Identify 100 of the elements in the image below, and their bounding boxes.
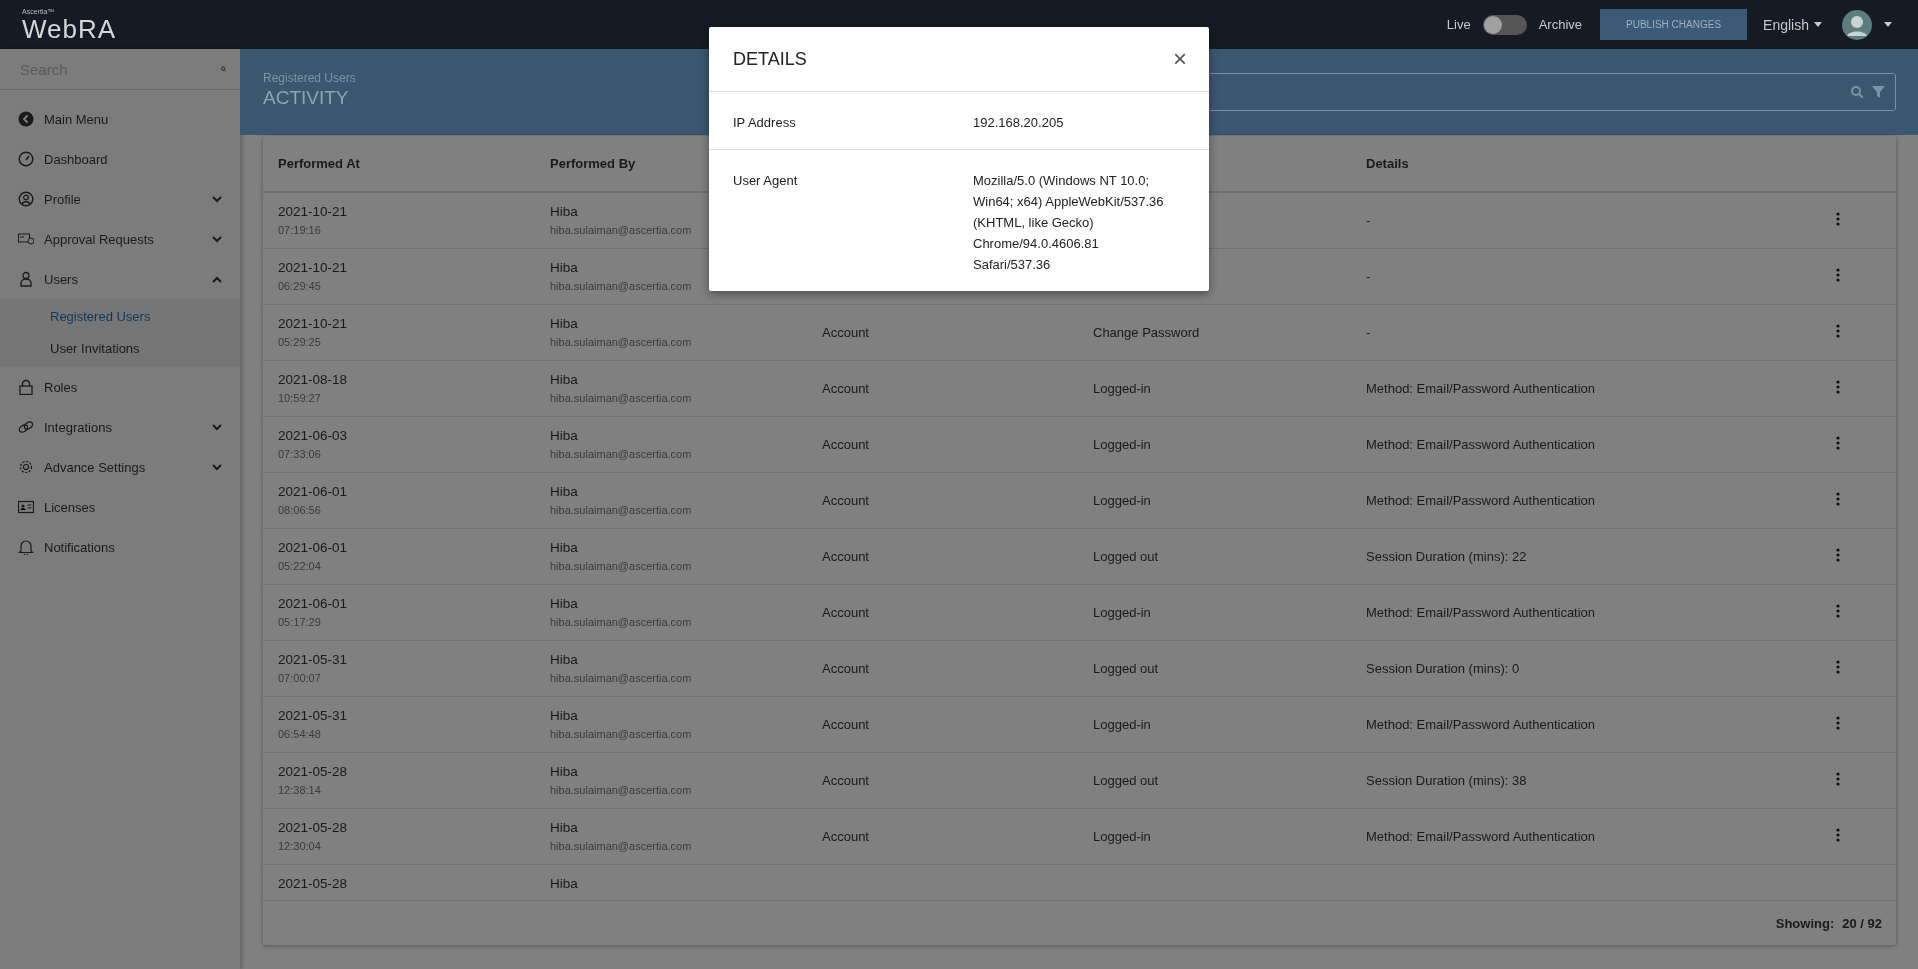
time-text: 05:22:04 bbox=[278, 559, 322, 572]
user-email: hiba.sulaiman@ascertia.com bbox=[550, 391, 693, 404]
more-vertical-icon[interactable] bbox=[1836, 380, 1840, 394]
user-name: Hiba bbox=[550, 371, 579, 387]
table-cell-text: Logged-in bbox=[1092, 605, 1152, 620]
table-cell-text: - bbox=[1365, 213, 1372, 228]
lock-icon bbox=[18, 379, 34, 395]
chevron-down-icon[interactable] bbox=[212, 235, 222, 243]
avatar-icon[interactable] bbox=[1842, 9, 1872, 40]
more-vertical-icon[interactable] bbox=[1836, 828, 1840, 842]
user-name: Hiba bbox=[550, 651, 579, 667]
table-cell-text: Method: Email/Password Authentication bbox=[1365, 605, 1597, 620]
table-cell-text: Account bbox=[821, 325, 870, 340]
more-vertical-icon[interactable] bbox=[1836, 604, 1840, 618]
sidebar-item[interactable]: Users bbox=[0, 259, 240, 299]
more-vertical-icon[interactable] bbox=[1836, 772, 1840, 786]
chevron-down-icon[interactable] bbox=[212, 423, 222, 431]
user-name: Hiba bbox=[550, 875, 579, 891]
sidebar-subitem[interactable]: User Invitations bbox=[0, 333, 240, 365]
column-header[interactable]: Details bbox=[1351, 156, 1836, 171]
time-text: 08:06:56 bbox=[278, 503, 322, 516]
more-vertical-icon[interactable] bbox=[1836, 716, 1840, 730]
brand-logo: WebRA bbox=[22, 15, 117, 42]
sidebar-subitem[interactable]: Registered Users bbox=[0, 301, 240, 333]
chevron-down-icon[interactable] bbox=[212, 463, 222, 471]
field-value: 192.168.20.205 bbox=[973, 114, 1065, 132]
field-label: IP Address bbox=[733, 114, 797, 132]
user-name: Hiba bbox=[550, 203, 579, 219]
breadcrumb[interactable]: Registered Users bbox=[263, 71, 356, 85]
chevron-up-icon[interactable] bbox=[212, 275, 222, 283]
table-cell-text: Logged-in bbox=[1092, 381, 1152, 396]
sidebar-item[interactable]: Approval Requests bbox=[0, 219, 240, 259]
date-text: 2021-06-01 bbox=[278, 539, 349, 555]
sidebar-item[interactable]: Advance Settings bbox=[0, 447, 240, 487]
user-email: hiba.sulaiman@ascertia.com bbox=[550, 671, 693, 684]
caret-down-icon bbox=[1884, 22, 1892, 27]
table-cell-text: Account bbox=[821, 661, 870, 676]
archive-label: Archive bbox=[1538, 17, 1583, 32]
date-text: 2021-10-21 bbox=[278, 315, 349, 331]
date-text: 2021-05-28 bbox=[278, 763, 349, 779]
table-cell-text: Account bbox=[821, 717, 870, 732]
user-email: hiba.sulaiman@ascertia.com bbox=[550, 615, 693, 628]
more-vertical-icon[interactable] bbox=[1836, 324, 1840, 338]
user-name: Hiba bbox=[550, 595, 579, 611]
chevron-down-icon[interactable] bbox=[212, 195, 222, 203]
table-cell-text: Session Duration (mins): 0 bbox=[1365, 661, 1521, 676]
more-vertical-icon[interactable] bbox=[1836, 268, 1840, 282]
user-name: Hiba bbox=[550, 539, 579, 555]
live-label: Live bbox=[1446, 17, 1471, 32]
table-cell-text: Account bbox=[821, 437, 870, 452]
date-text: 2021-06-03 bbox=[278, 427, 349, 443]
time-text: 07:19:16 bbox=[278, 223, 322, 236]
field-label: User Agent bbox=[733, 172, 799, 190]
date-text: 2021-05-31 bbox=[278, 707, 349, 723]
more-vertical-icon[interactable] bbox=[1836, 492, 1840, 506]
table-cell-text: Logged-in bbox=[1092, 493, 1152, 508]
dialog-title: DETAILS bbox=[733, 48, 807, 70]
language-dropdown[interactable]: English bbox=[1763, 16, 1822, 33]
back-circle-icon bbox=[18, 111, 34, 127]
sidebar-item[interactable]: Licenses bbox=[0, 487, 240, 527]
more-vertical-icon[interactable] bbox=[1836, 212, 1840, 226]
table-cell-text: Account bbox=[821, 829, 870, 844]
user-name: Hiba bbox=[550, 819, 579, 835]
time-text: 05:17:29 bbox=[278, 615, 322, 628]
time-text: 06:54:48 bbox=[278, 727, 322, 740]
sidebar-item[interactable]: Main Menu bbox=[0, 99, 240, 139]
user-email: hiba.sulaiman@ascertia.com bbox=[550, 335, 693, 348]
table-cell-text: Method: Email/Password Authentication bbox=[1365, 829, 1597, 844]
bell-icon bbox=[18, 539, 34, 555]
sidebar-item[interactable]: Profile bbox=[0, 179, 240, 219]
table-cell-text: Logged out bbox=[1092, 661, 1160, 676]
user-email: hiba.sulaiman@ascertia.com bbox=[550, 279, 693, 292]
dashboard-gauge-icon bbox=[18, 151, 34, 167]
user-email: hiba.sulaiman@ascertia.com bbox=[550, 223, 693, 236]
id-card-icon bbox=[18, 499, 34, 515]
sidebar-item[interactable]: Roles bbox=[0, 367, 240, 407]
table-cell-text: Logged out bbox=[1092, 549, 1160, 564]
table-cell-text: Logged-in bbox=[1092, 437, 1152, 452]
close-button[interactable]: × bbox=[1173, 45, 1187, 73]
column-header[interactable]: Performed At bbox=[263, 156, 535, 171]
more-vertical-icon[interactable] bbox=[1836, 436, 1840, 450]
search-icon bbox=[1851, 86, 1863, 98]
publish-changes-button[interactable]: PUBLISH CHANGES bbox=[1600, 9, 1748, 40]
page-title: ACTIVITY bbox=[263, 87, 350, 109]
user-email: hiba.sulaiman@ascertia.com bbox=[550, 839, 693, 852]
time-text: 07:00:07 bbox=[278, 671, 322, 684]
mode-toggle[interactable] bbox=[1482, 14, 1527, 35]
time-text: 12:30:04 bbox=[278, 839, 322, 852]
date-text: 2021-10-21 bbox=[278, 203, 349, 219]
sidebar-item[interactable]: Notifications bbox=[0, 527, 240, 567]
sidebar-item[interactable]: Dashboard bbox=[0, 139, 240, 179]
more-vertical-icon[interactable] bbox=[1836, 548, 1840, 562]
date-text: 2021-05-31 bbox=[278, 651, 349, 667]
date-text: 2021-06-01 bbox=[278, 483, 349, 499]
table-cell-text: Method: Email/Password Authentication bbox=[1365, 717, 1597, 732]
sidebar-item[interactable]: Integrations bbox=[0, 407, 240, 447]
time-text: 05:29:25 bbox=[278, 335, 322, 348]
user-icon bbox=[18, 271, 34, 287]
user-name: Hiba bbox=[550, 427, 579, 443]
more-vertical-icon[interactable] bbox=[1836, 660, 1840, 674]
